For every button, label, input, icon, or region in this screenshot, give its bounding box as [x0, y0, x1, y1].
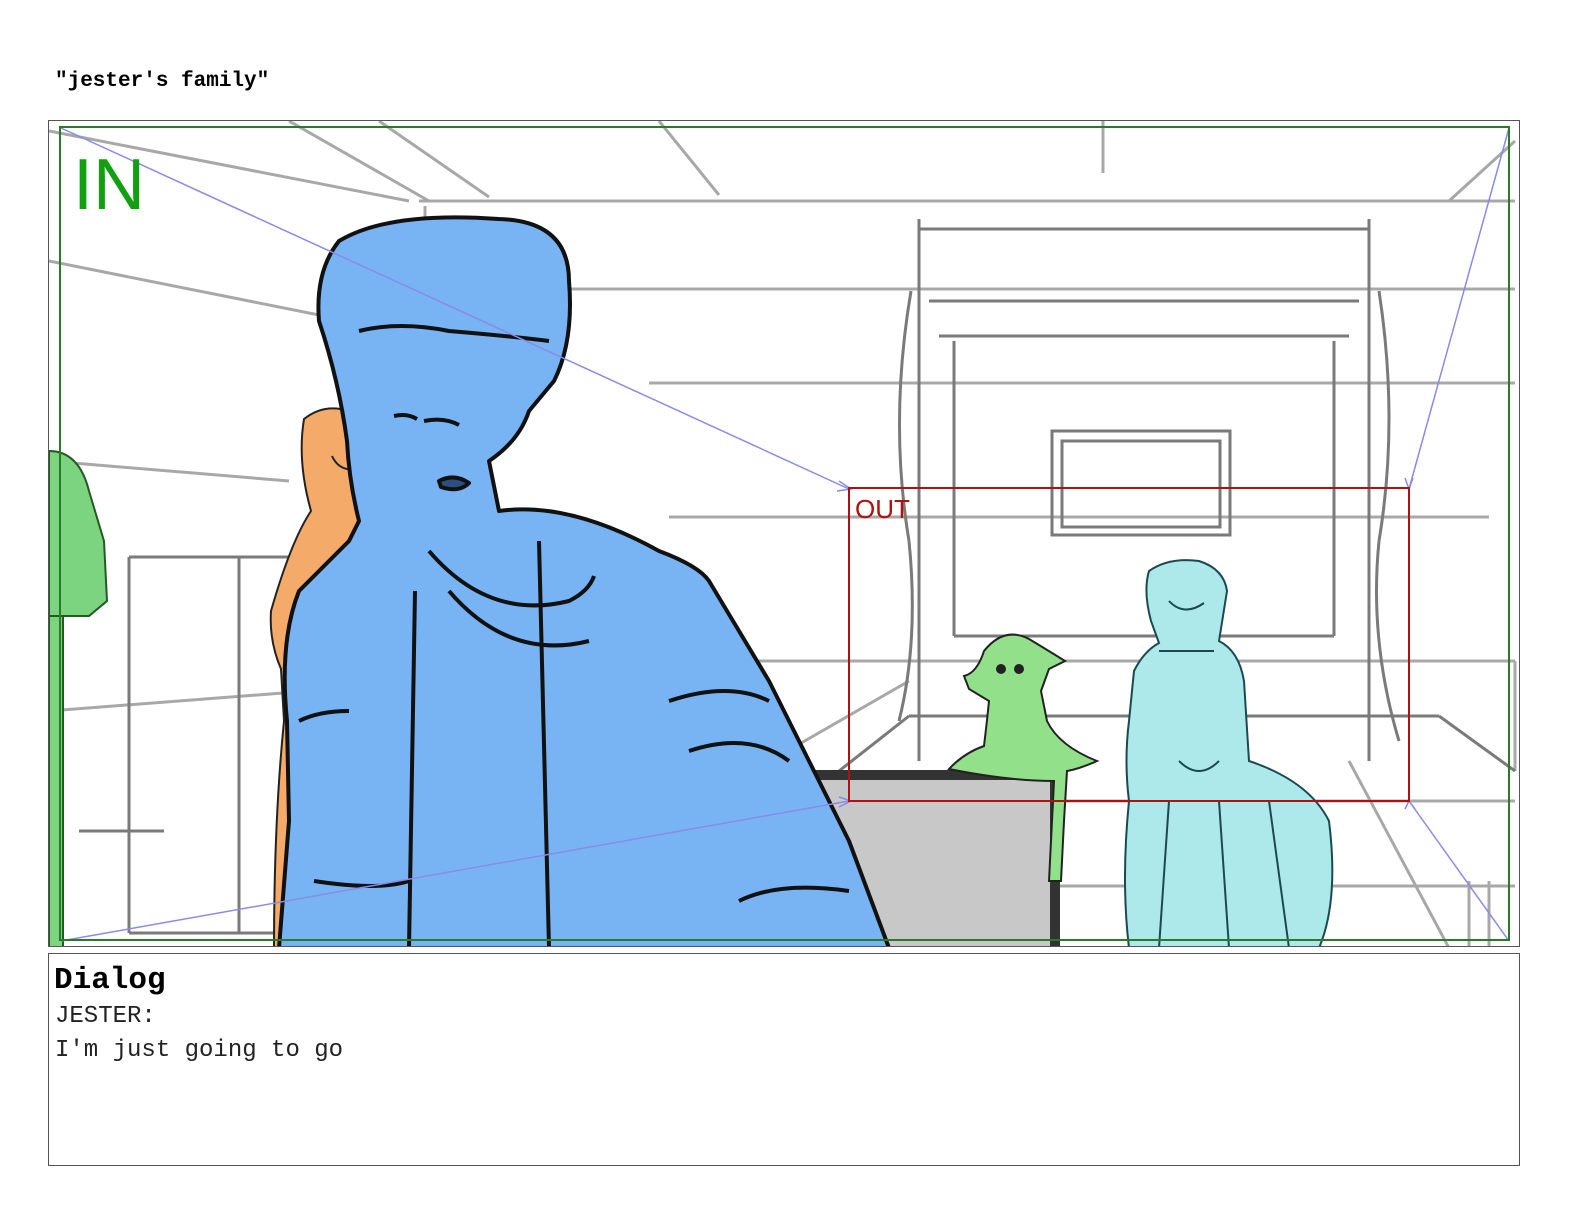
camera-out-label: OUT	[855, 494, 910, 524]
dialog-box: Dialog JESTER: I'm just going to go	[48, 953, 1520, 1166]
seated-woman	[1124, 559, 1334, 946]
left-edge-figure	[49, 449, 109, 946]
dialog-text: I'm just going to go	[55, 1037, 344, 1064]
dialog-speaker: JESTER:	[55, 1003, 156, 1030]
panel-artwork	[49, 121, 1517, 946]
dialog-heading: Dialog	[54, 963, 166, 998]
foreground-character	[277, 215, 891, 946]
storyboard-panel: IN OUT	[48, 120, 1520, 947]
camera-in-label: IN	[73, 145, 145, 225]
scene-title: "jester's family"	[55, 70, 270, 93]
